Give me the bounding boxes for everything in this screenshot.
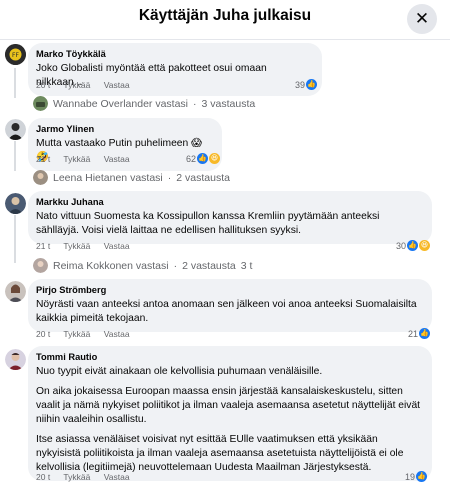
reaction-summary[interactable]: 39 👍 bbox=[295, 79, 318, 90]
avatar[interactable] bbox=[5, 349, 26, 370]
comment-bubble: Pirjo Strömberg Nöyrästi vaan anteeksi a… bbox=[28, 279, 432, 332]
comment-text: Nato vittuun Suomesta ka Kossipullon kan… bbox=[36, 211, 380, 236]
reply-author: Reima Kokkonen vastasi bbox=[53, 259, 169, 272]
reply-button[interactable]: Vastaa bbox=[104, 241, 130, 251]
comment-time[interactable]: 20 t bbox=[36, 329, 50, 339]
comment-text: Nöyrästi vaan anteeksi antoa anomaan sen… bbox=[36, 299, 417, 324]
reaction-summary[interactable]: 21 👍 bbox=[408, 328, 431, 339]
post-title: Käyttäjän Juha julkaisu bbox=[138, 7, 312, 24]
reply-count: 2 vastausta bbox=[182, 259, 236, 272]
reaction-summary[interactable]: 19 👍 bbox=[405, 471, 428, 482]
thread-line bbox=[14, 215, 16, 263]
comment-paragraph: Nuo tyypit eivät ainakaan ole kelvollisi… bbox=[36, 366, 323, 377]
reaction-summary[interactable]: 30 👍 😆 bbox=[396, 240, 431, 251]
separator: · bbox=[173, 259, 178, 272]
avatar[interactable]: FF bbox=[5, 44, 26, 65]
avatar[interactable] bbox=[5, 193, 26, 214]
like-button[interactable]: Tykkää bbox=[63, 154, 90, 164]
reply-author: Leena Hietanen vastasi bbox=[53, 171, 163, 184]
reply-button[interactable]: Vastaa bbox=[104, 329, 130, 339]
replies-link[interactable]: Wannabe Overlander vastasi · 3 vastausta bbox=[33, 96, 255, 111]
reaction-count: 21 bbox=[408, 328, 419, 339]
like-reaction-icon: 👍 bbox=[306, 79, 318, 90]
reply-count: 3 vastausta bbox=[201, 97, 256, 110]
comment-time[interactable]: 21 t bbox=[36, 154, 50, 164]
post-header: Käyttäjän Juha julkaisu ✕ bbox=[0, 0, 450, 40]
separator: · bbox=[193, 97, 197, 110]
like-reaction-icon: 👍 bbox=[197, 153, 209, 164]
thread-line bbox=[14, 68, 16, 98]
close-icon[interactable]: ✕ bbox=[407, 4, 437, 34]
avatar[interactable] bbox=[5, 281, 26, 302]
avatar bbox=[33, 170, 48, 185]
reply-button[interactable]: Vastaa bbox=[104, 154, 130, 164]
reply-time: 3 t bbox=[240, 259, 253, 272]
haha-reaction-icon: 😆 bbox=[419, 240, 431, 251]
replies-link[interactable]: Reima Kokkonen vastasi · 2 vastausta 3 t bbox=[33, 258, 252, 273]
like-button[interactable]: Tykkää bbox=[63, 472, 90, 482]
reaction-count: 62 bbox=[186, 153, 197, 164]
avatar bbox=[33, 258, 48, 273]
comment-actions: 20 t Tykkää Vastaa bbox=[36, 329, 141, 339]
comment-author[interactable]: Tommi Rautio bbox=[36, 351, 424, 363]
comment-bubble: Markku Juhana Nato vittuun Suomesta ka K… bbox=[28, 191, 432, 244]
like-button[interactable]: Tykkää bbox=[63, 80, 90, 90]
like-reaction-icon: 👍 bbox=[407, 240, 419, 251]
comment-actions: 20 t Tykkää Vastaa bbox=[36, 80, 141, 90]
reaction-summary[interactable]: 62 👍 😆 bbox=[186, 153, 221, 164]
haha-reaction-icon: 😆 bbox=[209, 153, 221, 164]
comment-author[interactable]: Pirjo Strömberg bbox=[36, 284, 424, 296]
comment-actions: 21 t Tykkää Vastaa bbox=[36, 241, 141, 251]
like-reaction-icon: 👍 bbox=[416, 471, 428, 482]
comment-time[interactable]: 20 t bbox=[36, 80, 50, 90]
reaction-count: 19 bbox=[405, 471, 416, 482]
comment-time[interactable]: 21 t bbox=[36, 241, 50, 251]
reaction-count: 30 bbox=[396, 240, 407, 251]
avatar bbox=[33, 96, 48, 111]
comment-bubble: Tommi Rautio Nuo tyypit eivät ainakaan o… bbox=[28, 346, 432, 481]
comment-paragraph: On aika jokaisessa Euroopan maassa ensin… bbox=[36, 386, 421, 425]
avatar[interactable] bbox=[5, 119, 26, 140]
thread-line bbox=[14, 141, 16, 171]
comment-author[interactable]: Marko Töykkälä bbox=[36, 48, 314, 60]
like-button[interactable]: Tykkää bbox=[63, 241, 90, 251]
replies-link[interactable]: Leena Hietanen vastasi · 2 vastausta bbox=[33, 170, 230, 185]
svg-text:FF: FF bbox=[12, 52, 19, 59]
comment-actions: 21 t Tykkää Vastaa bbox=[36, 154, 141, 164]
like-button[interactable]: Tykkää bbox=[63, 329, 90, 339]
reply-author: Wannabe Overlander vastasi bbox=[53, 97, 189, 110]
comment-actions: 20 t Tykkää Vastaa bbox=[36, 472, 141, 482]
reply-button[interactable]: Vastaa bbox=[104, 80, 130, 90]
reply-count: 2 vastausta bbox=[176, 171, 230, 184]
comment-time[interactable]: 20 t bbox=[36, 472, 50, 482]
reply-button[interactable]: Vastaa bbox=[104, 472, 130, 482]
separator: · bbox=[167, 171, 172, 184]
comment-paragraph: Itse asiassa venäläiset voisivat nyt esi… bbox=[36, 434, 404, 473]
comment-author[interactable]: Jarmo Ylinen bbox=[36, 123, 214, 135]
reaction-count: 39 bbox=[295, 79, 306, 90]
comment-author[interactable]: Markku Juhana bbox=[36, 196, 424, 208]
like-reaction-icon: 👍 bbox=[419, 328, 431, 339]
